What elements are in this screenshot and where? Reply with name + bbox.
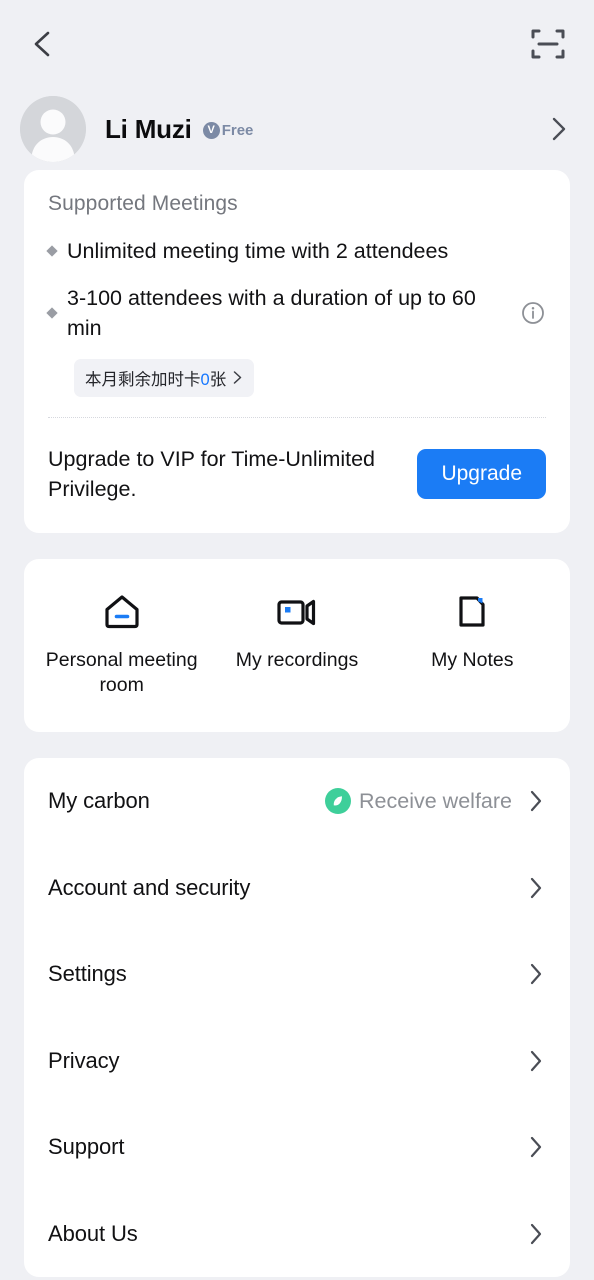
- shortcut-label: My recordings: [235, 649, 359, 672]
- video-camera-icon: [274, 589, 320, 635]
- list-item-support[interactable]: Support: [48, 1104, 546, 1191]
- membership-badge: V Free: [202, 122, 254, 139]
- list-item-arrow: [526, 789, 546, 813]
- chevron-left-icon: [34, 31, 50, 57]
- shortcut-my-recordings[interactable]: My recordings: [209, 589, 384, 698]
- list-item-my-carbon[interactable]: My carbon Receive welfare: [48, 758, 546, 845]
- settings-list-card: My carbon Receive welfare Account and se…: [24, 757, 570, 1277]
- chevron-right-icon: [530, 877, 542, 898]
- meeting-feature-text: 3-100 attendees with a duration of up to…: [67, 285, 476, 341]
- quick-actions-row: Personal meeting room My recordings My N…: [34, 589, 560, 698]
- scan-frame-icon: [531, 29, 565, 59]
- avatar: [20, 96, 86, 162]
- list-item-label: Account and security: [48, 874, 251, 900]
- list-item-settings[interactable]: Settings: [48, 931, 546, 1018]
- list-item-label: Support: [48, 1134, 125, 1160]
- chip-arrow-icon: [231, 370, 244, 385]
- upgrade-prompt-row: Upgrade to VIP for Time-Unlimited Privil…: [48, 418, 546, 533]
- default-user-avatar: [20, 96, 86, 162]
- list-item-arrow: [526, 962, 546, 986]
- list-item-privacy[interactable]: Privacy: [48, 1017, 546, 1104]
- status-badge: Receive welfare: [325, 788, 512, 815]
- scan-button[interactable]: [526, 22, 570, 66]
- list-item-right: Receive welfare: [325, 788, 546, 815]
- chevron-right-icon: [530, 964, 542, 985]
- bullet-diamond-icon: [46, 307, 58, 319]
- list-item-label: About Us: [48, 1220, 138, 1246]
- bullet-diamond-icon: [46, 245, 58, 257]
- shortcut-label: Personal meeting room: [45, 649, 198, 696]
- list-item-arrow: [526, 1222, 546, 1246]
- back-button[interactable]: [20, 22, 64, 66]
- profile-name: Li Muzi: [105, 113, 192, 144]
- vip-mark-icon: V: [202, 122, 220, 139]
- list-item-label: My carbon: [48, 788, 150, 814]
- shortcut-personal-meeting-room[interactable]: Personal meeting room: [34, 589, 209, 698]
- list-item-value: Receive welfare: [359, 788, 512, 813]
- note-document-glyph: [459, 596, 485, 627]
- membership-level-label: Free: [221, 122, 254, 139]
- upgrade-prompt-text: Upgrade to VIP for Time-Unlimited Privil…: [48, 446, 376, 502]
- list-item-about-us[interactable]: About Us: [48, 1190, 546, 1277]
- chevron-right-icon: [552, 117, 566, 141]
- meeting-feature-text: Unlimited meeting time with 2 attendees: [67, 239, 449, 263]
- extra-time-cards-text: 本月剩余加时卡0张: [85, 370, 227, 389]
- profile-detail-arrow[interactable]: [548, 116, 570, 142]
- upgrade-button[interactable]: Upgrade: [417, 449, 546, 500]
- list-item-label: Settings: [48, 961, 127, 987]
- chevron-right-icon: [530, 1050, 542, 1071]
- video-camera-glyph: [277, 599, 316, 626]
- home-meeting-room-icon: [100, 589, 144, 635]
- leaf-circle-icon: [325, 788, 352, 815]
- list-item-label: Privacy: [48, 1047, 120, 1073]
- list-item-arrow: [526, 876, 546, 900]
- supported-meetings-title: Supported Meetings: [48, 192, 238, 215]
- profile-screen: Li Muzi V Free Supported Meetings Unlimi…: [0, 0, 594, 1280]
- profile-header-row[interactable]: Li Muzi V Free: [0, 88, 594, 170]
- chevron-right-icon: [530, 1223, 542, 1244]
- shortcut-my-notes[interactable]: My Notes: [385, 589, 560, 698]
- chevron-right-icon: [530, 1137, 542, 1158]
- extra-time-cards-chip[interactable]: 本月剩余加时卡0张: [74, 358, 255, 397]
- shortcut-label: My Notes: [431, 649, 514, 672]
- top-navigation-bar: [0, 0, 594, 88]
- meeting-feature-row: Unlimited meeting time with 2 attendees: [46, 236, 546, 283]
- meeting-feature-row: 3-100 attendees with a duration of up to…: [46, 283, 546, 352]
- home-meeting-room-glyph: [105, 595, 139, 629]
- list-item-account-and-security[interactable]: Account and security: [48, 844, 546, 931]
- info-circle-icon[interactable]: [520, 300, 546, 326]
- list-item-arrow: [526, 1049, 546, 1073]
- supported-meetings-card: Supported Meetings Unlimited meeting tim…: [24, 170, 570, 534]
- info-circle-glyph: [522, 302, 544, 324]
- note-document-icon: [453, 589, 491, 635]
- chevron-right-icon: [530, 791, 542, 812]
- chevron-right-icon: [233, 371, 242, 384]
- quick-actions-card: Personal meeting room My recordings My N…: [24, 559, 570, 732]
- leaf-glyph: [333, 796, 343, 806]
- list-item-arrow: [526, 1135, 546, 1159]
